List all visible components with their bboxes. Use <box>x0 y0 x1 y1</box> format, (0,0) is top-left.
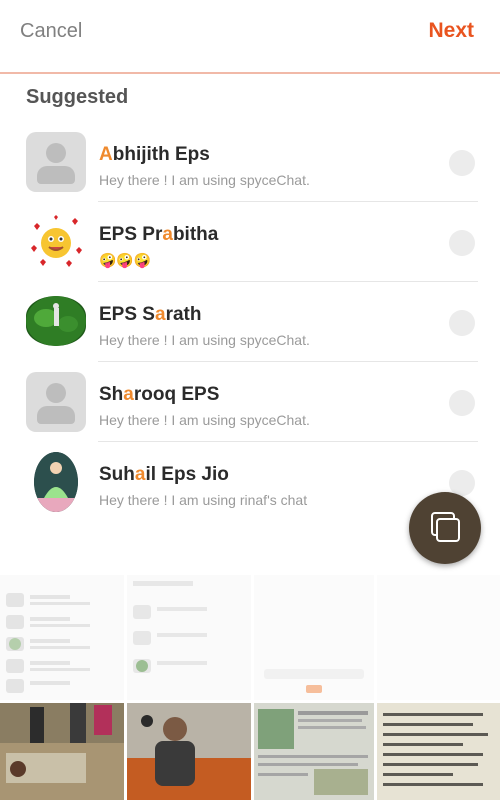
contact-name: Suhail Eps Jio <box>99 464 229 485</box>
gallery-thumbnail[interactable] <box>0 575 124 700</box>
media-gallery <box>0 575 500 800</box>
top-bar: Cancel Next <box>0 0 500 74</box>
contact-status: Hey there ! I am using rinaf's chat <box>99 492 308 508</box>
gallery-thumbnail[interactable] <box>127 703 251 800</box>
gallery-thumbnail[interactable] <box>377 703 500 800</box>
contact-row[interactable]: Sharooq EPS Hey there ! I am using spyce… <box>0 362 500 442</box>
select-radio[interactable] <box>449 150 475 176</box>
contact-name: EPS Prabitha <box>99 224 219 245</box>
copy-button[interactable] <box>409 492 481 564</box>
avatar-placeholder-icon <box>26 132 86 192</box>
contact-status: Hey there ! I am using spyceChat. <box>99 172 310 188</box>
select-radio[interactable] <box>449 230 475 256</box>
gallery-thumbnail[interactable] <box>0 703 124 800</box>
gallery-thumbnail[interactable] <box>377 575 500 700</box>
avatar <box>26 212 86 272</box>
contact-name: EPS Sarath <box>99 304 202 325</box>
cancel-button[interactable]: Cancel <box>20 20 82 43</box>
gallery-thumbnail[interactable] <box>127 575 251 700</box>
avatar <box>34 452 78 512</box>
contact-list: Abhijith Eps Hey there ! I am using spyc… <box>0 122 500 522</box>
section-title: Suggested <box>26 86 129 108</box>
contact-row[interactable]: EPS Prabitha 🤪🤪🤪 <box>0 202 500 282</box>
select-radio[interactable] <box>449 310 475 336</box>
gallery-thumbnail[interactable] <box>254 575 374 700</box>
contact-row[interactable]: Abhijith Eps Hey there ! I am using spyc… <box>0 122 500 202</box>
contact-status: 🤪🤪🤪 <box>99 252 152 268</box>
select-radio[interactable] <box>449 390 475 416</box>
contact-status: Hey there ! I am using spyceChat. <box>99 412 310 428</box>
contact-row[interactable]: EPS Sarath Hey there ! I am using spyceC… <box>0 282 500 362</box>
next-button[interactable]: Next <box>428 19 474 43</box>
contact-status: Hey there ! I am using spyceChat. <box>99 332 310 348</box>
contact-name: Abhijith Eps <box>99 144 210 165</box>
avatar-placeholder-icon <box>26 372 86 432</box>
avatar <box>26 296 86 346</box>
gallery-thumbnail[interactable] <box>254 703 374 800</box>
contact-name: Sharooq EPS <box>99 384 220 405</box>
